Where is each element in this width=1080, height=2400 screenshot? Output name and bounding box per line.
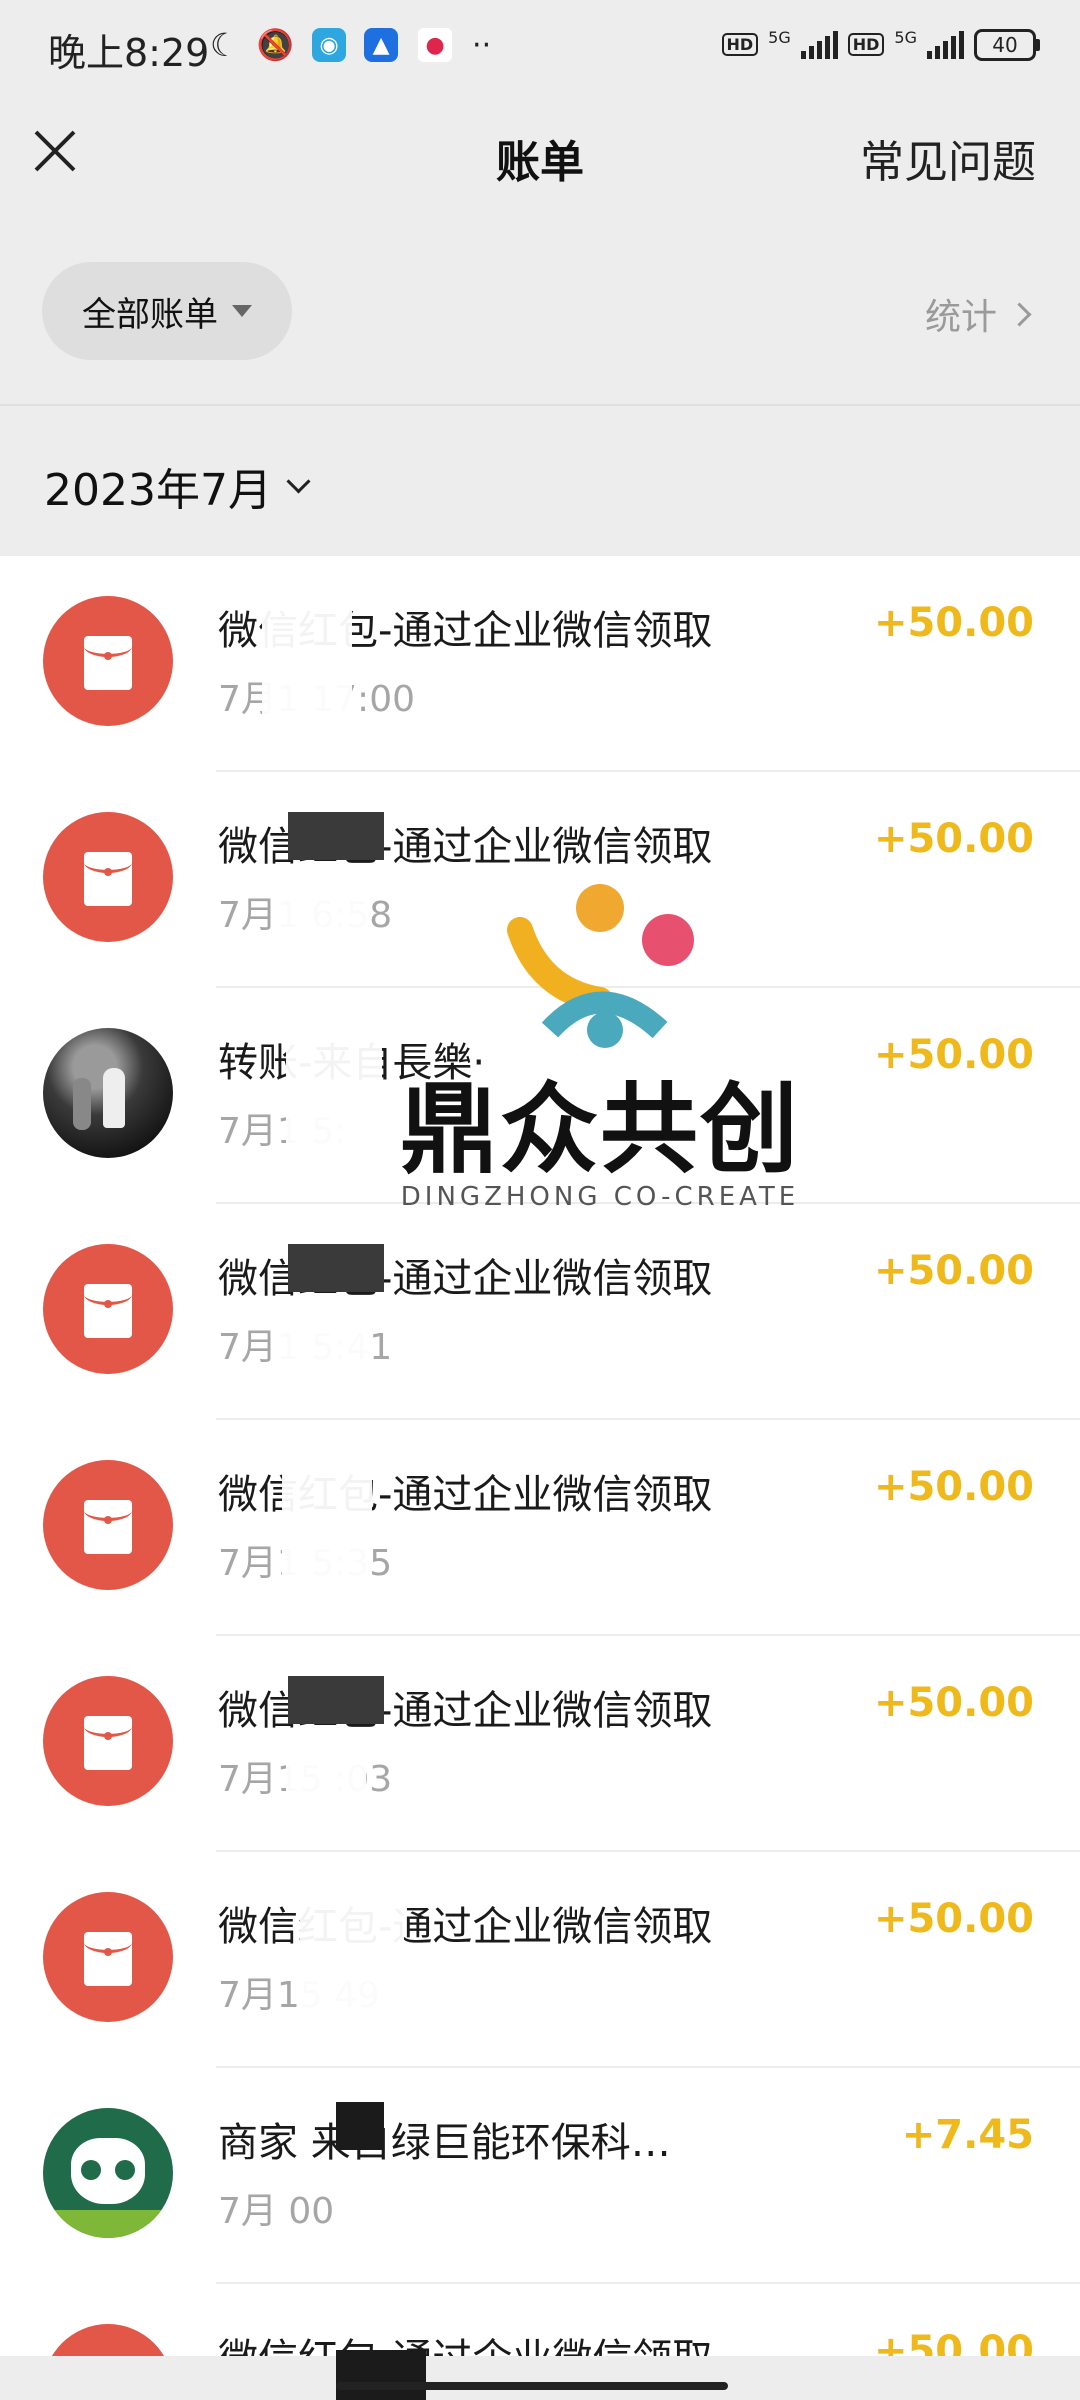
watermark-text: 鼎众共创 — [400, 1073, 801, 1187]
red-packet-icon — [84, 1284, 132, 1338]
privacy-mask — [262, 592, 352, 732]
music-notification-icon: ● — [416, 26, 455, 64]
status-left-icons: ☾ 🔕 ◉ ▲ ● ·· — [210, 26, 491, 64]
privacy-mask — [336, 2102, 384, 2150]
transaction-amount: +50.00 — [873, 816, 1034, 862]
privacy-mask — [278, 1308, 368, 1378]
filter-bar: 全部账单 统计 — [0, 220, 1080, 406]
signal-icon-2 — [927, 30, 964, 59]
status-right-icons: HD 5G HD 5G 40 — [721, 28, 1040, 61]
privacy-mask — [288, 812, 384, 860]
month-selector[interactable]: 2023年7月 — [44, 454, 311, 518]
red-packet-avatar — [43, 1460, 173, 1590]
red-packet-avatar — [43, 2324, 173, 2356]
mute-bell-icon: 🔕 — [256, 27, 295, 63]
privacy-mask — [278, 876, 368, 946]
stats-label: 统计 — [924, 297, 997, 338]
status-bar: 晚上8:29 ☾ 🔕 ◉ ▲ ● ·· HD 5G HD 5G 40 — [0, 0, 1080, 96]
transaction-amount: +50.00 — [873, 1032, 1034, 1078]
red-packet-avatar — [43, 1244, 173, 1374]
transaction-amount: +50.00 — [873, 1464, 1034, 1510]
network-type: 5G — [768, 28, 791, 47]
red-packet-avatar — [43, 596, 173, 726]
transaction-row[interactable]: 微信红包-通过企业微信领取 +50.00 — [0, 2284, 1080, 2356]
merchant-ant-avatar — [43, 2108, 173, 2238]
transaction-amount: +7.45 — [901, 2112, 1034, 2158]
privacy-mask — [288, 1676, 384, 1724]
watermark-logo: 鼎众共创 DINGZHONG CO-CREATE — [400, 880, 800, 1220]
app-notification-icon: ◉ — [312, 28, 347, 62]
maps-notification-icon: ▲ — [364, 28, 399, 62]
privacy-mask — [300, 1888, 404, 2028]
transaction-description: 微信红包-通过企业微信领取 — [218, 2326, 712, 2356]
faq-link[interactable]: 常见问题 — [860, 126, 1036, 190]
transaction-amount: +50.00 — [873, 2328, 1034, 2356]
battery-level: 40 — [974, 28, 1036, 61]
red-packet-icon — [84, 1500, 132, 1554]
hd-badge-2: HD — [847, 33, 885, 56]
transaction-date: 7月 00 — [218, 2191, 335, 2232]
red-packet-avatar — [43, 1676, 173, 1806]
month-header: 2023年7月 — [0, 406, 1080, 556]
transaction-description: 微信红包-通过企业微信领取 — [218, 1904, 713, 1950]
bill-type-dropdown[interactable]: 全部账单 — [42, 262, 292, 360]
user-photo-avatar — [43, 1028, 173, 1158]
privacy-mask — [286, 1024, 382, 1164]
red-packet-icon — [84, 1932, 132, 1986]
transaction-description: 商家 来自绿巨能环保科… — [218, 2120, 671, 2166]
red-packet-avatar — [43, 1892, 173, 2022]
hd-badge: HD — [721, 33, 759, 56]
red-packet-avatar — [43, 812, 173, 942]
month-label: 2023年7月 — [44, 465, 272, 516]
battery-icon: 40 — [974, 28, 1040, 61]
more-notifications-icon: ·· — [472, 27, 492, 63]
transaction-amount: +50.00 — [873, 1248, 1034, 1294]
home-indicator[interactable] — [336, 2382, 728, 2390]
transaction-row[interactable]: 微信红包-通过企业微信领取 7月1 5:41 +50.00 — [0, 1204, 1080, 1420]
privacy-mask — [286, 1740, 366, 1810]
transaction-list: 微信红包-通过企业微信领取 7月1 17:00 +50.00 微信红包-通过企业… — [0, 556, 1080, 2356]
transaction-row[interactable]: 微信红包-通过企业微信领取 7月1 17:00 +50.00 — [0, 556, 1080, 772]
nav-header: 账单 常见问题 — [0, 96, 1080, 220]
transaction-amount: +50.00 — [873, 1680, 1034, 1726]
status-time: 晚上8:29 — [48, 31, 210, 75]
watermark-subtext: DINGZHONG CO-CREATE — [400, 1182, 800, 1212]
red-packet-icon — [84, 636, 132, 690]
moon-icon: ☾ — [210, 26, 239, 64]
transaction-row[interactable]: 商家 来自绿巨能环保科… 7月 00 +7.45 — [0, 2068, 1080, 2284]
transaction-row[interactable]: 微信红包-通过企业微信领取 7月1 5:35 +50.00 — [0, 1420, 1080, 1636]
red-packet-icon — [84, 1716, 132, 1770]
caret-down-icon — [232, 305, 252, 317]
red-packet-icon — [84, 852, 132, 906]
transaction-row[interactable]: 微信红包-通过企业微信领取 7月15 49 +50.00 — [0, 1852, 1080, 2068]
transaction-amount: +50.00 — [873, 1896, 1034, 1942]
privacy-mask — [288, 1244, 384, 1292]
stats-link[interactable]: 统计 — [924, 288, 1032, 340]
watermark-emblem-icon — [507, 884, 694, 1048]
network-type-2: 5G — [894, 28, 917, 47]
signal-icon — [800, 30, 838, 59]
chevron-right-icon — [1007, 301, 1032, 327]
privacy-mask — [282, 1456, 372, 1596]
privacy-mask — [336, 2350, 426, 2400]
bill-type-label: 全部账单 — [82, 294, 218, 335]
chevron-down-icon — [286, 468, 311, 494]
transaction-row[interactable]: 微信红包-通过企业微信领取 7月15 :03 +50.00 — [0, 1636, 1080, 1852]
transaction-amount: +50.00 — [873, 600, 1034, 646]
